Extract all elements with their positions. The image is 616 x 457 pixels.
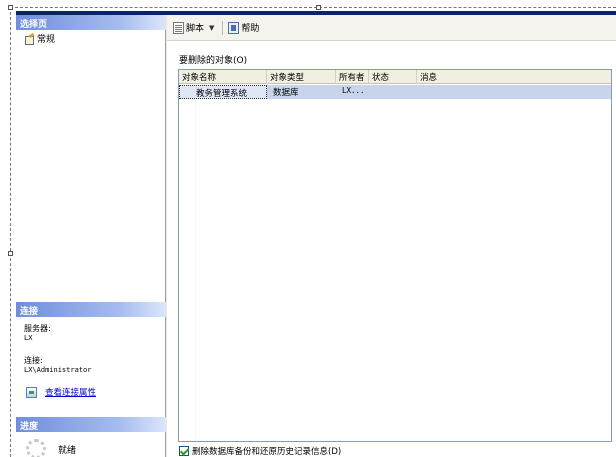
view-connection-properties[interactable]: 查看连接属性	[26, 386, 96, 398]
view-connection-properties-link[interactable]: 查看连接属性	[45, 386, 96, 398]
row-message	[420, 85, 610, 99]
delete-backup-history-label: 删除数据库备份和还原历史记录信息(D)	[192, 447, 342, 457]
column-header-message[interactable]: 消息	[417, 70, 611, 84]
column-header-type[interactable]: 对象类型	[267, 70, 336, 84]
help-icon	[228, 21, 240, 34]
selection-frame-top	[10, 7, 616, 8]
progress-status-text: 就绪	[58, 445, 77, 456]
column-header-owner[interactable]: 所有者	[336, 70, 369, 84]
toolbar-separator	[222, 20, 224, 35]
delete-backup-history-option[interactable]: 删除数据库备份和还原历史记录信息(D)	[179, 445, 341, 457]
row-status	[372, 85, 417, 99]
page-item-general[interactable]: 常规	[24, 32, 55, 45]
left-pane: 选择页 常规 连接 服务器: LX 连接: LX\Administrator 查…	[16, 15, 166, 457]
toolbar: 脚本 ▼ 帮助	[167, 15, 616, 41]
progress-status: 就绪	[26, 439, 76, 457]
row-owner: LX...	[342, 86, 365, 95]
progress-spinner-icon	[26, 439, 46, 457]
connection-properties-icon	[26, 386, 37, 398]
grid-body	[195, 100, 196, 440]
page-item-general-label: 常规	[37, 35, 56, 45]
select-page-header: 选择页	[16, 15, 166, 30]
server-label: 服务器:	[24, 324, 51, 333]
help-button-label: 帮助	[241, 24, 260, 34]
delete-backup-history-checkbox[interactable]	[179, 446, 189, 456]
connection-header: 连接	[16, 302, 166, 317]
selection-frame-left	[10, 7, 11, 457]
resize-handle-top[interactable]	[316, 5, 321, 10]
general-page-icon	[24, 34, 34, 45]
script-icon	[173, 21, 184, 34]
delete-object-dialog: 选择页 常规 连接 服务器: LX 连接: LX\Administrator 查…	[16, 15, 616, 457]
column-header-status[interactable]: 状态	[369, 70, 417, 84]
objects-grid[interactable]: 对象名称 对象类型 所有者 状态 消息 教务管理系统 数据库 LX...	[178, 69, 612, 442]
login-label: 连接:	[24, 356, 43, 365]
column-header-name[interactable]: 对象名称	[179, 70, 267, 84]
server-value: LX	[24, 334, 33, 342]
script-button-label: 脚本	[186, 24, 205, 34]
row-object-type: 数据库	[273, 88, 299, 98]
row-object-name[interactable]: 教务管理系统	[179, 85, 267, 99]
right-pane: 脚本 ▼ 帮助 要删除的对象(O) 对象名称 对象类型 所有者 状态 消息 教务…	[167, 15, 616, 457]
progress-header: 进度	[16, 417, 166, 432]
script-button[interactable]: 脚本	[173, 21, 204, 34]
table-row[interactable]: 教务管理系统 数据库 LX...	[179, 85, 611, 99]
resize-handle-top-left[interactable]	[8, 5, 13, 10]
grid-header: 对象名称 对象类型 所有者 状态 消息	[179, 70, 611, 84]
script-dropdown-arrow-icon[interactable]: ▼	[209, 24, 214, 32]
login-value: LX\Administrator	[24, 366, 92, 374]
help-button[interactable]: 帮助	[228, 21, 259, 34]
resize-handle-left[interactable]	[8, 251, 13, 256]
objects-to-delete-label: 要删除的对象(O)	[179, 56, 248, 66]
